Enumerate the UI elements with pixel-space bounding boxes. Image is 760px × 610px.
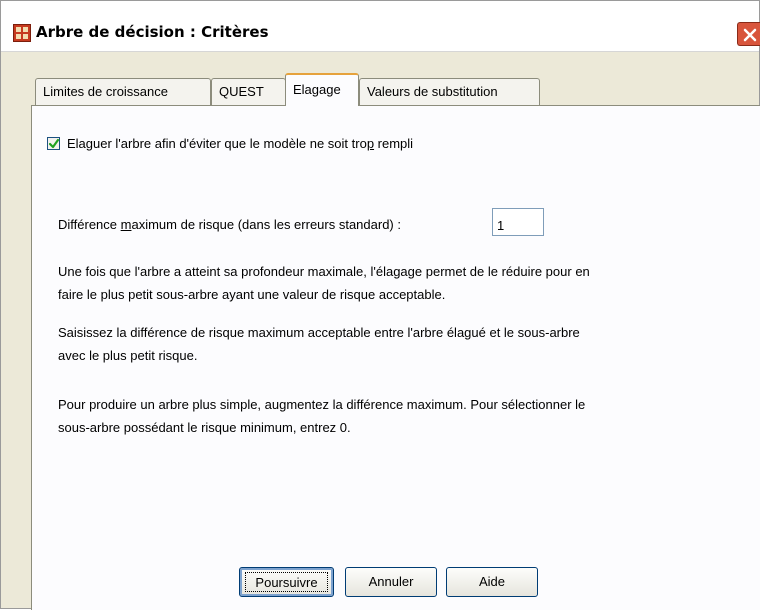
cancel-button[interactable]: Annuler	[345, 567, 437, 597]
continue-button[interactable]: Poursuivre	[239, 567, 334, 597]
max-risk-difference-label: Différence maximum de risque (dans les e…	[58, 217, 401, 232]
continue-button-label: Poursuivre	[245, 572, 328, 592]
tab-limites-de-croissance[interactable]: Limites de croissance	[35, 78, 211, 105]
tab-valeurs-de-substitution[interactable]: Valeurs de substitution	[359, 78, 540, 105]
checkmark-icon	[48, 138, 60, 149]
app-table-icon	[13, 24, 31, 42]
tab-elagage[interactable]: Elagage	[285, 73, 359, 106]
description-paragraph-2-line-2: avec le plus petit risque.	[58, 348, 198, 363]
description-paragraph-1-line-1: Une fois que l'arbre a atteint sa profon…	[58, 264, 590, 279]
description-paragraph-3-line-2: sous-arbre possédant le risque minimum, …	[58, 420, 351, 435]
max-risk-difference-input[interactable]	[492, 208, 544, 236]
description-paragraph-3-line-1: Pour produire un arbre plus simple, augm…	[58, 397, 586, 412]
prune-tree-label[interactable]: Elaguer l'arbre afin d'éviter que le mod…	[67, 136, 413, 151]
description-paragraph-2-line-1: Saisissez la différence de risque maximu…	[58, 325, 580, 340]
close-button[interactable]	[737, 22, 760, 46]
title-bar[interactable]: Arbre de décision : Critères	[1, 1, 760, 52]
close-icon	[743, 28, 757, 42]
window-title: Arbre de décision : Critères	[36, 23, 269, 41]
tab-quest[interactable]: QUEST	[211, 78, 286, 105]
help-button[interactable]: Aide	[446, 567, 538, 597]
description-paragraph-1-line-2: faire le plus petit sous-arbre ayant une…	[58, 287, 446, 302]
dialog-window: Arbre de décision : Critères Limites de …	[0, 0, 760, 610]
prune-tree-checkbox[interactable]	[47, 137, 60, 150]
